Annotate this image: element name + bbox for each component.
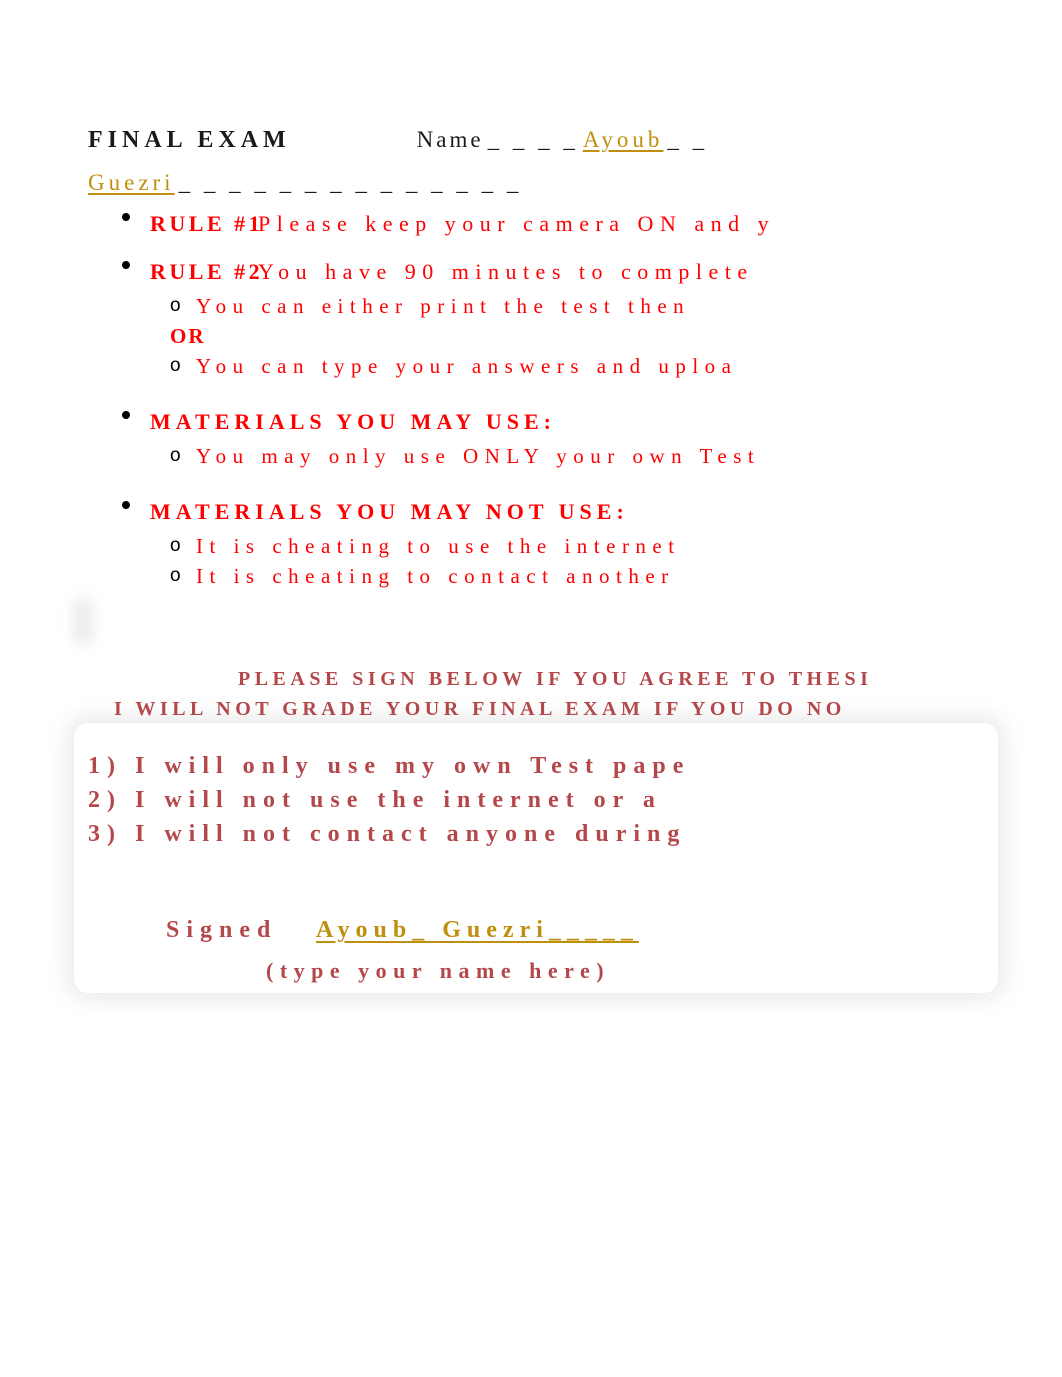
- sub-list-item-text: You can type your answers and uploa: [196, 354, 738, 378]
- circle-bullet-icon: o: [170, 445, 181, 466]
- rule-text: Please keep your camera ON and y: [258, 211, 776, 236]
- name-label: Name: [416, 127, 484, 152]
- rule-line: RULE #1 Please keep your camera ON and y: [150, 205, 1062, 243]
- rule-text: You have 90 minutes to complete: [258, 259, 754, 284]
- sub-list-item: o You may only use ONLY your own Test: [170, 441, 1062, 471]
- bullet-icon: [122, 411, 130, 419]
- sub-list-item-text: It is cheating to contact another: [196, 564, 675, 588]
- circle-bullet-icon: o: [170, 565, 181, 586]
- sub-list-item: o It is cheating to use the internet: [170, 531, 1062, 561]
- rule-item: RULE #1 Please keep your camera ON and y: [88, 205, 1062, 243]
- sub-list-item-text: It is cheating to use the internet: [196, 534, 681, 558]
- rule-line: RULE #2 You have 90 minutes to complete: [150, 253, 1062, 291]
- document-header: FINAL EXAM Name _ _ _ _ Ayoub _ _ Guezri…: [88, 120, 1062, 206]
- rules-list: RULE #1 Please keep your camera ON and y…: [88, 205, 1062, 601]
- materials-forbidden-section: MATERIALS YOU MAY NOT USE: o It is cheat…: [88, 493, 1062, 591]
- name-dashes-before: _ _ _ _: [487, 127, 579, 152]
- sub-list-item: o It is cheating to contact another: [170, 561, 1062, 591]
- section-heading: MATERIALS YOU MAY USE:: [150, 409, 557, 434]
- pledge-list: 1) I will only use my own Test pape 2) I…: [88, 749, 1062, 983]
- sub-list-item: o You can either print the test then: [170, 291, 1062, 321]
- signature-card: 1) I will only use my own Test pape 2) I…: [74, 723, 998, 993]
- header-line-1: FINAL EXAM Name _ _ _ _ Ayoub _ _: [88, 120, 1062, 163]
- circle-bullet-icon: o: [170, 535, 181, 556]
- agreement-heading-line-1: PLEASE SIGN BELOW IF YOU AGREE TO THESI: [238, 668, 873, 690]
- name-dashes-after: _ _: [667, 127, 709, 152]
- signature-field-value[interactable]: Ayoub_ Guezri_____: [316, 909, 639, 951]
- rule-item: RULE #2 You have 90 minutes to complete …: [88, 253, 1062, 381]
- exam-cover-page: FINAL EXAM Name _ _ _ _ Ayoub _ _ Guezri…: [0, 0, 1062, 1377]
- or-separator-text: OR: [170, 324, 206, 348]
- name-field-value-line2[interactable]: Guezri: [88, 170, 175, 195]
- rule-tag: RULE #1: [150, 211, 264, 236]
- type-name-hint: (type your name here): [266, 958, 611, 983]
- materials-allowed-section: MATERIALS YOU MAY USE: o You may only us…: [88, 403, 1062, 471]
- sub-list-item-text: You may only use ONLY your own Test: [196, 444, 761, 468]
- name-field-value-line2-text: Guezri: [88, 170, 175, 195]
- bullet-icon: [122, 501, 130, 509]
- signed-label: Signed: [166, 917, 278, 943]
- circle-bullet-icon: o: [170, 295, 181, 316]
- scan-artifact-smudge: [72, 598, 94, 644]
- pledge-item: 3) I will not contact anyone during: [88, 821, 687, 847]
- circle-bullet-icon: o: [170, 355, 181, 376]
- bullet-icon: [122, 213, 130, 221]
- rule-tag: RULE #2: [150, 259, 264, 284]
- sub-list-item-text: You can either print the test then: [196, 294, 691, 318]
- bullet-icon: [122, 261, 130, 269]
- page-title: FINAL EXAM: [88, 127, 291, 153]
- pledge-item: 1) I will only use my own Test pape: [88, 753, 691, 779]
- name-field-value[interactable]: Ayoub: [583, 127, 664, 152]
- agreement-heading-line-2: I WILL NOT GRADE YOUR FINAL EXAM IF YOU …: [114, 698, 846, 720]
- signature-row: Signed Ayoub_ Guezri_____: [88, 909, 1062, 951]
- name-dashes-line2: _ _ _ _ _ _ _ _ _ _ _ _ _ _: [178, 170, 523, 195]
- pledge-item: 2) I will not use the internet or a: [88, 787, 662, 813]
- header-line-2: Guezri _ _ _ _ _ _ _ _ _ _ _ _ _ _: [88, 163, 1062, 206]
- section-heading: MATERIALS YOU MAY NOT USE:: [150, 499, 629, 524]
- sub-list-item: o You can type your answers and uploa: [170, 351, 1062, 381]
- agreement-heading: PLEASE SIGN BELOW IF YOU AGREE TO THESI …: [88, 664, 1062, 724]
